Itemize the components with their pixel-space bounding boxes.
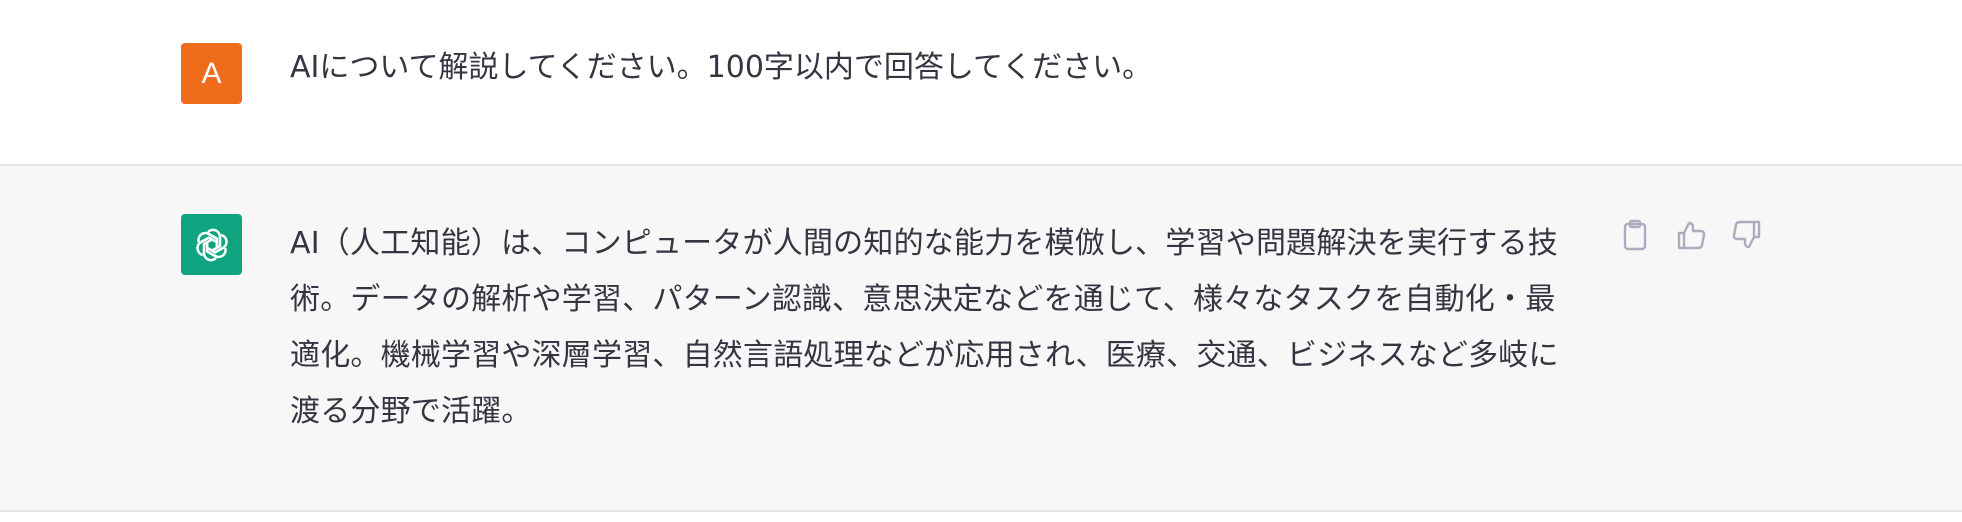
openai-logo-icon [195, 228, 228, 261]
copy-button[interactable] [1618, 218, 1652, 252]
thumbs-up-button[interactable] [1674, 218, 1708, 252]
assistant-message-text: AI（人工知能）は、コンピュータが人間の知的な能力を模倣し、学習や問題解決を実行… [290, 226, 1559, 429]
thumbs-down-button[interactable] [1730, 218, 1764, 252]
user-message-text: AIについて解説してください。100字以内で回答してください。 [290, 50, 1153, 85]
user-avatar: A [181, 43, 242, 104]
clipboard-icon [1623, 219, 1647, 251]
user-message-row: A AIについて解説してください。100字以内で回答してください。 [0, 0, 1962, 166]
assistant-avatar [181, 214, 242, 275]
thumbs-down-icon [1732, 220, 1761, 249]
user-avatar-letter: A [201, 56, 222, 90]
message-actions [1618, 218, 1764, 252]
assistant-message-row: AI（人工知能）は、コンピュータが人間の知的な能力を模倣し、学習や問題解決を実行… [0, 166, 1962, 512]
thumbs-up-icon [1677, 221, 1706, 250]
